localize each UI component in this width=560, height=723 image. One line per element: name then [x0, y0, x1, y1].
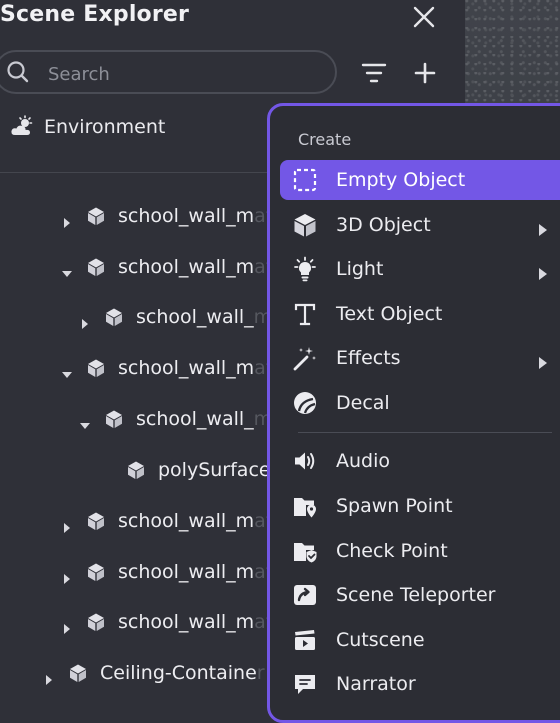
cube-icon — [126, 460, 146, 480]
tree-item[interactable]: Ceiling-Containe r — [44, 658, 265, 688]
magic-wand-icon — [292, 345, 318, 371]
caret-right-icon[interactable] — [62, 516, 72, 533]
menu-item-label: Text Object — [336, 303, 443, 325]
decal-icon — [292, 390, 318, 416]
tree-item-label: school_wall_m — [118, 510, 255, 532]
menu-item-label: Decal — [336, 392, 390, 414]
filter-button[interactable] — [360, 60, 388, 86]
panel-title: Scene Explorer — [0, 2, 190, 27]
add-button[interactable] — [411, 59, 439, 87]
menu-item-spawn-point[interactable]: Spawn Point — [280, 486, 560, 526]
weather-cloud-sun-icon — [11, 115, 33, 135]
tree-item-label: school_wall_m — [118, 561, 255, 583]
menu-item-label: 3D Object — [336, 214, 431, 236]
caret-right-icon[interactable] — [62, 211, 72, 228]
menu-item-check-point[interactable]: Check Point — [280, 531, 560, 571]
caret-right-icon[interactable] — [62, 617, 72, 634]
submenu-arrow-icon — [538, 352, 548, 369]
speaker-icon — [292, 448, 318, 474]
caret-down-icon[interactable] — [80, 414, 90, 429]
teleport-arrow-icon — [292, 582, 318, 608]
cube-icon — [104, 409, 124, 429]
cube-icon — [104, 307, 124, 327]
caret-down-icon[interactable] — [62, 262, 72, 277]
chat-bubble-icon — [292, 671, 318, 697]
folder-pin-icon — [292, 493, 318, 519]
menu-item-label: Spawn Point — [336, 495, 453, 517]
cube-icon — [86, 257, 106, 277]
create-menu: Create Empty Object 3D Object Light Text Ob… — [267, 103, 560, 723]
filter-icon — [361, 63, 387, 83]
cube-icon — [86, 206, 106, 226]
menu-item-text-object[interactable]: Text Object — [280, 294, 560, 334]
menu-item-label: Effects — [336, 347, 401, 369]
menu-header: Create — [298, 130, 352, 149]
menu-item-label: Check Point — [336, 540, 448, 562]
menu-item-effects[interactable]: Effects — [280, 338, 560, 378]
tree-item-label: school_wall_ — [136, 408, 254, 430]
search-input[interactable] — [46, 60, 320, 88]
search-icon — [7, 61, 29, 83]
tree-item[interactable]: polySurface — [126, 455, 271, 485]
menu-item-audio[interactable]: Audio — [280, 441, 560, 481]
tree-item-label-hidden: r — [256, 662, 265, 684]
close-icon — [413, 6, 435, 28]
tree-item-label: school_wall_m — [118, 205, 255, 227]
menu-item-label: Narrator — [336, 673, 416, 695]
cube-icon — [292, 212, 318, 238]
close-button[interactable] — [410, 3, 438, 31]
cube-icon — [86, 612, 106, 632]
tree-item-label: school_wall_ — [136, 306, 254, 328]
environment-label: Environment — [44, 116, 166, 138]
light-bulb-icon — [292, 256, 318, 282]
menu-item-empty-object[interactable]: Empty Object — [280, 160, 560, 200]
menu-item-light[interactable]: Light — [280, 249, 560, 289]
folder-check-icon — [292, 538, 318, 564]
menu-item-label: Audio — [336, 450, 391, 472]
plus-icon — [414, 62, 436, 84]
text-t-icon — [292, 301, 318, 327]
menu-item-scene-teleporter[interactable]: Scene Teleporter — [280, 575, 560, 615]
menu-divider — [298, 432, 552, 433]
menu-item-label: Scene Teleporter — [336, 584, 496, 606]
menu-item-decal[interactable]: Decal — [280, 383, 560, 423]
caret-down-icon[interactable] — [62, 363, 72, 378]
submenu-arrow-icon — [538, 263, 548, 280]
menu-item-label: Light — [336, 258, 384, 280]
menu-item-narrator[interactable]: Narrator — [280, 664, 560, 704]
menu-item-cutscene[interactable]: Cutscene — [280, 620, 560, 660]
menu-item-label: Cutscene — [336, 629, 425, 651]
caret-right-icon[interactable] — [80, 312, 90, 329]
menu-item-3d-object[interactable]: 3D Object — [280, 205, 560, 245]
tree-item-label: school_wall_m — [118, 357, 255, 379]
menu-item-label: Empty Object — [336, 169, 466, 191]
dashed-square-icon — [292, 167, 318, 193]
cube-icon — [86, 358, 106, 378]
tree-item-label: school_wall_m — [118, 611, 255, 633]
clapperboard-icon — [292, 627, 318, 653]
tree-item-label: polySurface — [158, 459, 271, 481]
environment-item[interactable]: Environment — [10, 112, 165, 142]
cube-icon — [86, 562, 106, 582]
tree-item-label: school_wall_m — [118, 256, 255, 278]
cube-icon — [86, 511, 106, 531]
caret-right-icon[interactable] — [44, 668, 54, 685]
submenu-arrow-icon — [538, 219, 548, 236]
divider — [0, 172, 290, 173]
tree-item-label: Ceiling-Containe — [100, 662, 257, 684]
caret-right-icon[interactable] — [62, 567, 72, 584]
cube-icon — [68, 663, 88, 683]
search-box[interactable] — [0, 50, 337, 94]
